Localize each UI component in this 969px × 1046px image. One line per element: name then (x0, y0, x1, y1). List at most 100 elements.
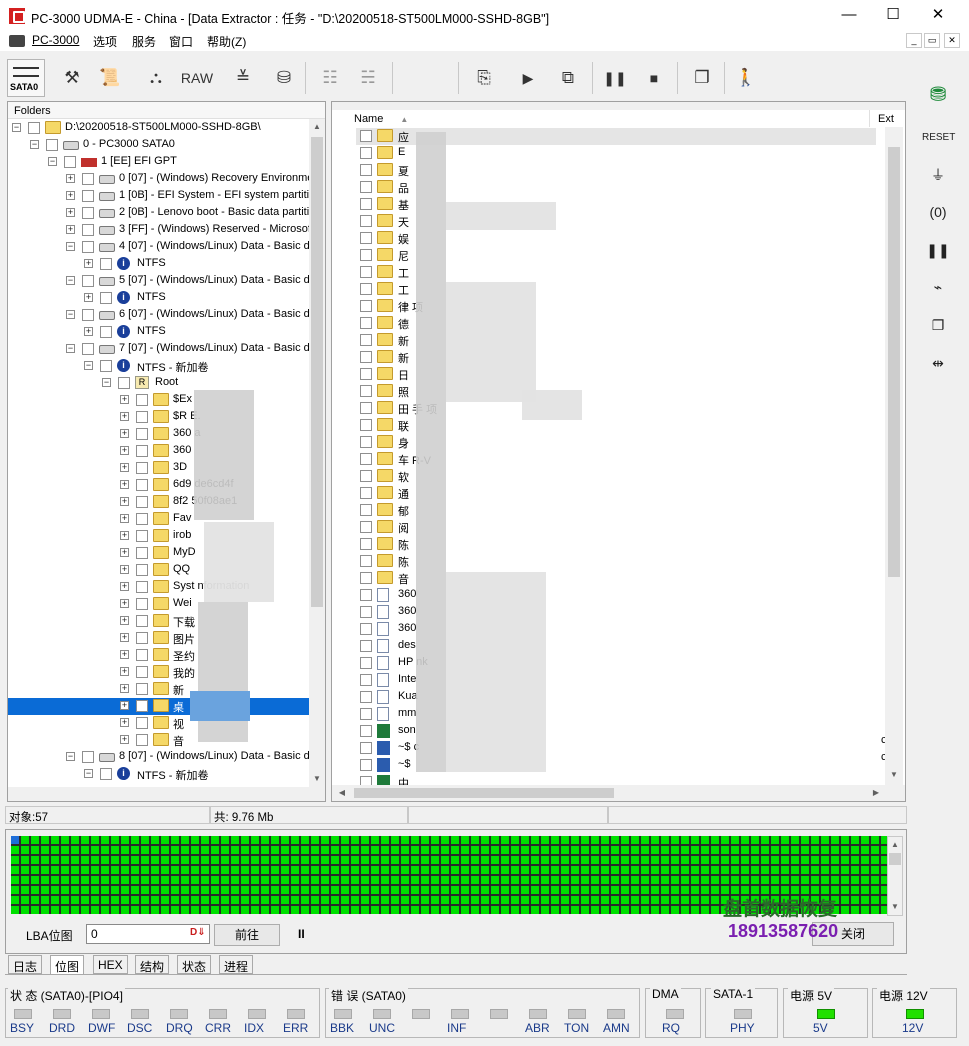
goto-button[interactable]: 前往 (214, 924, 280, 946)
collapse-icon[interactable]: − (102, 378, 111, 387)
tree-checkbox[interactable] (64, 156, 76, 168)
collapse-icon[interactable]: − (12, 123, 21, 132)
tree-checkbox[interactable] (136, 513, 148, 525)
tree-checkbox[interactable] (82, 173, 94, 185)
tree-node[interactable]: − 8 [07] - (Windows/Linux) Data - Basic d (8, 749, 309, 766)
tree-node[interactable]: +8f2 50f08ae1 (8, 494, 309, 511)
collapse-icon[interactable]: − (66, 276, 75, 285)
expand-icon[interactable]: + (120, 735, 129, 744)
name-column-header[interactable]: Name ▲ (350, 110, 870, 127)
tree-checkbox[interactable] (100, 326, 112, 338)
collapse-icon[interactable]: − (66, 344, 75, 353)
list-checkbox[interactable] (360, 487, 372, 499)
expand-icon[interactable]: + (120, 701, 129, 710)
partition-icon[interactable]: ≚ (225, 60, 261, 96)
tree-checkbox[interactable] (136, 615, 148, 627)
expand-icon[interactable]: + (84, 327, 93, 336)
tree-node[interactable]: +1 [0B] - EFI System - EFI system partit… (8, 188, 309, 205)
scan-icon[interactable]: (0) (922, 197, 954, 227)
tree-node[interactable]: + 圣约 (8, 647, 309, 664)
expand-icon[interactable]: + (66, 225, 75, 234)
sata0-button[interactable]: SATA0 (7, 59, 45, 97)
list-checkbox[interactable] (360, 555, 372, 567)
expand-icon[interactable]: + (120, 667, 129, 676)
list-checkbox[interactable] (360, 453, 372, 465)
tree-checkbox[interactable] (82, 241, 94, 253)
expand-icon[interactable]: + (120, 514, 129, 523)
tree-node[interactable]: + i NTFS (8, 256, 309, 273)
raw-button[interactable]: RAW (177, 60, 217, 96)
scroll-thumb[interactable] (311, 137, 323, 607)
tree-checkbox[interactable] (136, 598, 148, 610)
list-checkbox[interactable] (360, 674, 372, 686)
copy-windows-icon[interactable]: ❐ (684, 60, 720, 96)
collapse-icon[interactable]: − (30, 140, 39, 149)
copy-close-icon[interactable]: ❐ (922, 310, 954, 340)
tree-checkbox[interactable] (100, 258, 112, 270)
collapse-icon[interactable]: − (66, 242, 75, 251)
list-checkbox[interactable] (360, 181, 372, 193)
connector-icon[interactable]: ⇹ (922, 348, 954, 378)
tree-node[interactable]: − i NTFS - 新加卷 (8, 358, 309, 375)
tools-icon[interactable]: ⚒ (54, 60, 90, 96)
tab-status[interactable]: 状态 (177, 955, 212, 974)
list-item[interactable]: 中 (356, 774, 876, 785)
list-checkbox[interactable] (360, 504, 372, 516)
power-icon[interactable]: ⏚ (922, 160, 954, 190)
scroll-left-icon[interactable]: ◀ (334, 785, 350, 801)
collapse-icon[interactable]: − (66, 310, 75, 319)
list-checkbox[interactable] (360, 589, 372, 601)
scroll-down-icon[interactable]: ▼ (309, 771, 325, 787)
stop-icon[interactable]: ■ (636, 60, 672, 96)
tree-node[interactable]: +0 [07] - (Windows) Recovery Environme (8, 171, 309, 188)
tree-node[interactable]: + i NTFS (8, 324, 309, 341)
expand-icon[interactable]: + (120, 650, 129, 659)
tab-log[interactable]: 日志 (8, 955, 43, 974)
list-checkbox[interactable] (360, 742, 372, 754)
expand-icon[interactable]: + (66, 208, 75, 217)
tree-node[interactable]: + 图片 (8, 630, 309, 647)
expand-icon[interactable]: + (120, 582, 129, 591)
tree-node[interactable]: +3 [FF] - (Windows) Reserved - Microsof (8, 222, 309, 239)
list-checkbox[interactable] (360, 470, 372, 482)
list-checkbox[interactable] (360, 198, 372, 210)
expand-icon[interactable]: + (120, 429, 129, 438)
lba-input[interactable]: 0 D⇓ (86, 924, 210, 944)
tree-node[interactable]: − 5 [07] - (Windows/Linux) Data - Basic d (8, 273, 309, 290)
tree-checkbox[interactable] (100, 360, 112, 372)
scroll-icon[interactable]: 📜 (92, 60, 128, 96)
ext-column-header[interactable]: Ext (874, 110, 902, 127)
list-checkbox[interactable] (360, 334, 372, 346)
tree-collapse-icon[interactable]: ☵ (350, 60, 386, 96)
expand-icon[interactable]: + (120, 565, 129, 574)
disconnect-icon[interactable]: ⌁ (922, 272, 954, 302)
tree-checkbox[interactable] (136, 428, 148, 440)
map-pause-icon[interactable]: II (298, 927, 305, 941)
list-vertical-scrollbar[interactable]: ▼ (885, 127, 903, 785)
expand-icon[interactable]: + (120, 480, 129, 489)
scroll-up-icon[interactable]: ▲ (888, 837, 902, 853)
list-checkbox[interactable] (360, 317, 372, 329)
tree-checkbox[interactable] (82, 207, 94, 219)
tree-node[interactable]: − 1 [EE] EFI GPT (8, 154, 309, 171)
expand-icon[interactable]: + (120, 718, 129, 727)
tree-checkbox[interactable] (136, 581, 148, 593)
list-checkbox[interactable] (360, 521, 372, 533)
collapse-icon[interactable]: − (48, 157, 57, 166)
list-checkbox[interactable] (360, 300, 372, 312)
expand-icon[interactable]: + (66, 174, 75, 183)
tree-checkbox[interactable] (100, 768, 112, 780)
tree-node[interactable]: +360 a (8, 426, 309, 443)
pause-side-icon[interactable]: ❚❚ (922, 235, 954, 265)
list-horizontal-scrollbar[interactable]: ◀ ▶ (332, 785, 905, 801)
tree-checkbox[interactable] (136, 479, 148, 491)
go-down-icon[interactable]: D⇓ (190, 927, 206, 938)
expand-icon[interactable]: + (120, 395, 129, 404)
collapse-icon[interactable]: − (84, 361, 93, 370)
menu-options[interactable]: 选项 (93, 33, 117, 50)
tree-checkbox[interactable] (82, 275, 94, 287)
tree-checkbox[interactable] (136, 632, 148, 644)
expand-icon[interactable]: + (120, 463, 129, 472)
tree-node[interactable]: − 0 - PC3000 SATA0 (8, 137, 309, 154)
tree-checkbox[interactable] (82, 343, 94, 355)
